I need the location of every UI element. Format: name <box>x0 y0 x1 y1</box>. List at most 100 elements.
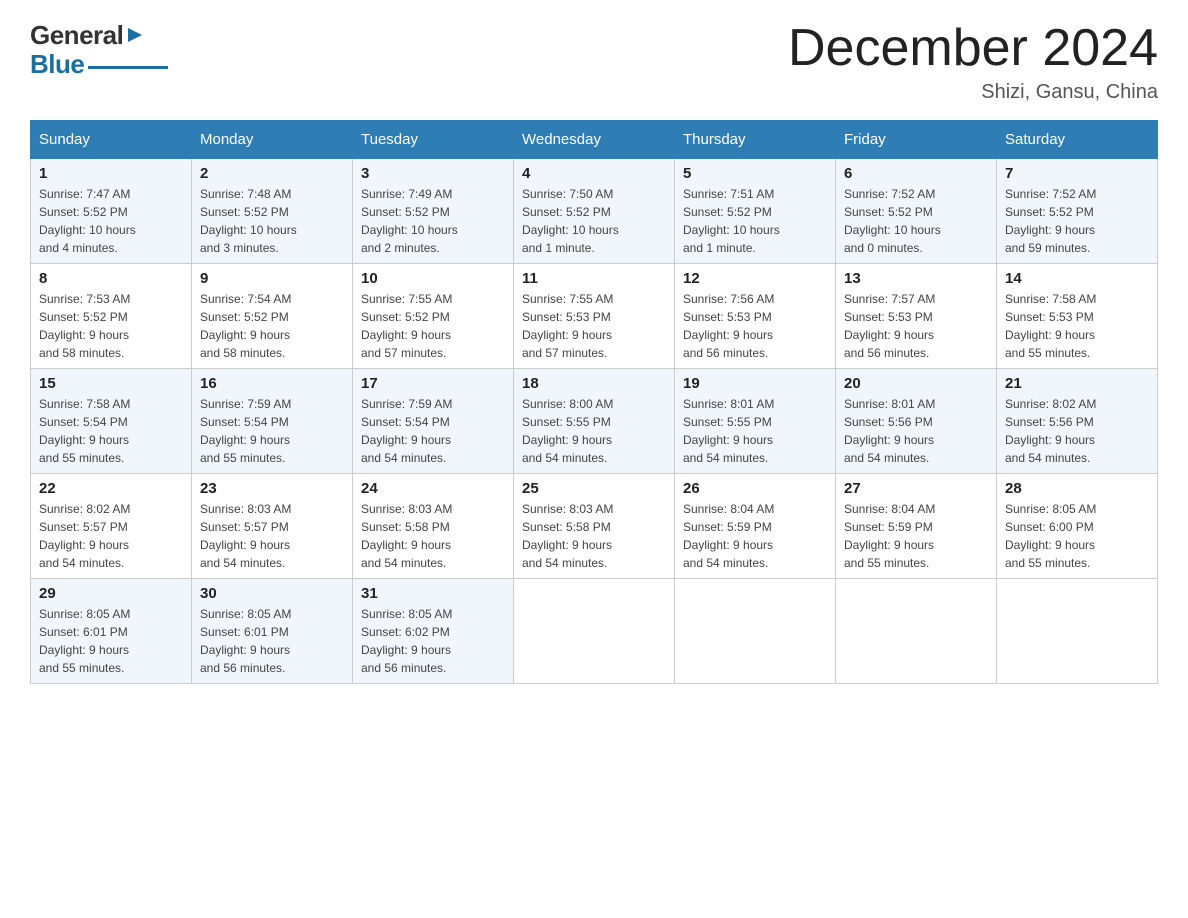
day-number: 19 <box>683 375 827 392</box>
day-cell <box>836 579 997 684</box>
day-info: Sunrise: 8:03 AMSunset: 5:58 PMDaylight:… <box>522 500 666 572</box>
day-cell: 28Sunrise: 8:05 AMSunset: 6:00 PMDayligh… <box>997 474 1158 579</box>
day-cell <box>514 579 675 684</box>
day-number: 10 <box>361 270 505 287</box>
calendar-subtitle: Shizi, Gansu, China <box>788 81 1158 104</box>
day-cell: 25 Sunrise: 8:03 AMSunset: 5:58 PMDayligh… <box>514 474 675 579</box>
day-info: Sunrise: 7:48 AMSunset: 5:52 PMDaylight:… <box>200 185 344 257</box>
day-info: Sunrise: 8:04 AMSunset: 5:59 PMDaylight:… <box>683 500 827 572</box>
day-info: Sunrise: 8:05 AMSunset: 6:01 PMDaylight:… <box>39 605 183 677</box>
day-info: Sunrise: 7:54 AMSunset: 5:52 PMDaylight:… <box>200 290 344 362</box>
day-cell: 1Sunrise: 7:47 AMSunset: 5:52 PMDaylight… <box>31 159 192 264</box>
day-number: 25 <box>522 480 666 497</box>
day-cell: 19 Sunrise: 8:01 AMSunset: 5:55 PMDayligh… <box>675 369 836 474</box>
day-number: 8 <box>39 270 183 287</box>
day-info: Sunrise: 7:59 AMSunset: 5:54 PMDaylight:… <box>200 395 344 467</box>
week-row-1: 1Sunrise: 7:47 AMSunset: 5:52 PMDaylight… <box>31 159 1158 264</box>
day-number: 5 <box>683 165 827 182</box>
day-number: 3 <box>361 165 505 182</box>
day-number: 18 <box>522 375 666 392</box>
day-cell: 31 Sunrise: 8:05 AMSunset: 6:02 PMDayligh… <box>353 579 514 684</box>
day-cell: 6 Sunrise: 7:52 AMSunset: 5:52 PMDaylight… <box>836 159 997 264</box>
day-info: Sunrise: 8:02 AMSunset: 5:56 PMDaylight:… <box>1005 395 1149 467</box>
day-cell: 14 Sunrise: 7:58 AMSunset: 5:53 PMDayligh… <box>997 264 1158 369</box>
day-cell: 11 Sunrise: 7:55 AMSunset: 5:53 PMDayligh… <box>514 264 675 369</box>
day-info: Sunrise: 7:52 AMSunset: 5:52 PMDaylight:… <box>844 185 988 257</box>
day-cell: 23 Sunrise: 8:03 AMSunset: 5:57 PMDayligh… <box>192 474 353 579</box>
week-row-2: 8 Sunrise: 7:53 AMSunset: 5:52 PMDaylight… <box>31 264 1158 369</box>
day-info: Sunrise: 7:52 AMSunset: 5:52 PMDaylight:… <box>1005 185 1149 257</box>
title-block: December 2024 Shizi, Gansu, China <box>788 20 1158 104</box>
day-number: 27 <box>844 480 988 497</box>
day-cell: 10 Sunrise: 7:55 AMSunset: 5:52 PMDayligh… <box>353 264 514 369</box>
day-info: Sunrise: 7:49 AMSunset: 5:52 PMDaylight:… <box>361 185 505 257</box>
day-info: Sunrise: 7:55 AMSunset: 5:52 PMDaylight:… <box>361 290 505 362</box>
logo-triangle-icon <box>124 24 146 46</box>
day-info: Sunrise: 8:05 AMSunset: 6:00 PMDaylight:… <box>1005 500 1149 572</box>
day-number: 11 <box>522 270 666 287</box>
day-info: Sunrise: 8:00 AMSunset: 5:55 PMDaylight:… <box>522 395 666 467</box>
day-number: 23 <box>200 480 344 497</box>
day-cell <box>997 579 1158 684</box>
day-number: 17 <box>361 375 505 392</box>
day-info: Sunrise: 8:05 AMSunset: 6:01 PMDaylight:… <box>200 605 344 677</box>
day-number: 9 <box>200 270 344 287</box>
logo-underline <box>88 66 168 69</box>
day-cell: 5 Sunrise: 7:51 AMSunset: 5:52 PMDaylight… <box>675 159 836 264</box>
day-info: Sunrise: 8:01 AMSunset: 5:55 PMDaylight:… <box>683 395 827 467</box>
day-info: Sunrise: 8:03 AMSunset: 5:58 PMDaylight:… <box>361 500 505 572</box>
logo: General Blue <box>30 20 168 80</box>
day-number: 20 <box>844 375 988 392</box>
day-info: Sunrise: 7:50 AMSunset: 5:52 PMDaylight:… <box>522 185 666 257</box>
day-cell: 16Sunrise: 7:59 AMSunset: 5:54 PMDayligh… <box>192 369 353 474</box>
weekday-header-tuesday: Tuesday <box>353 121 514 159</box>
day-info: Sunrise: 8:01 AMSunset: 5:56 PMDaylight:… <box>844 395 988 467</box>
page-header: General Blue December 2024 Shizi, Gansu,… <box>30 20 1158 104</box>
day-info: Sunrise: 7:58 AMSunset: 5:54 PMDaylight:… <box>39 395 183 467</box>
day-number: 26 <box>683 480 827 497</box>
day-info: Sunrise: 7:59 AMSunset: 5:54 PMDaylight:… <box>361 395 505 467</box>
day-cell: 26 Sunrise: 8:04 AMSunset: 5:59 PMDayligh… <box>675 474 836 579</box>
day-cell: 24 Sunrise: 8:03 AMSunset: 5:58 PMDayligh… <box>353 474 514 579</box>
day-number: 12 <box>683 270 827 287</box>
day-info: Sunrise: 7:51 AMSunset: 5:52 PMDaylight:… <box>683 185 827 257</box>
day-number: 13 <box>844 270 988 287</box>
day-cell: 8 Sunrise: 7:53 AMSunset: 5:52 PMDaylight… <box>31 264 192 369</box>
day-info: Sunrise: 8:03 AMSunset: 5:57 PMDaylight:… <box>200 500 344 572</box>
day-number: 14 <box>1005 270 1149 287</box>
day-cell: 22Sunrise: 8:02 AMSunset: 5:57 PMDayligh… <box>31 474 192 579</box>
day-info: Sunrise: 7:58 AMSunset: 5:53 PMDaylight:… <box>1005 290 1149 362</box>
day-cell: 9 Sunrise: 7:54 AMSunset: 5:52 PMDaylight… <box>192 264 353 369</box>
calendar-table: SundayMondayTuesdayWednesdayThursdayFrid… <box>30 120 1158 684</box>
day-number: 2 <box>200 165 344 182</box>
logo-general-text: General <box>30 20 123 51</box>
weekday-header-row: SundayMondayTuesdayWednesdayThursdayFrid… <box>31 121 1158 159</box>
weekday-header-friday: Friday <box>836 121 997 159</box>
day-info: Sunrise: 8:05 AMSunset: 6:02 PMDaylight:… <box>361 605 505 677</box>
day-number: 24 <box>361 480 505 497</box>
weekday-header-sunday: Sunday <box>31 121 192 159</box>
calendar-title: December 2024 <box>788 20 1158 77</box>
day-number: 22 <box>39 480 183 497</box>
day-cell: 4 Sunrise: 7:50 AMSunset: 5:52 PMDaylight… <box>514 159 675 264</box>
day-number: 31 <box>361 585 505 602</box>
day-cell: 7Sunrise: 7:52 AMSunset: 5:52 PMDaylight… <box>997 159 1158 264</box>
day-info: Sunrise: 7:53 AMSunset: 5:52 PMDaylight:… <box>39 290 183 362</box>
day-number: 4 <box>522 165 666 182</box>
logo-blue-text: Blue <box>30 49 84 80</box>
weekday-header-saturday: Saturday <box>997 121 1158 159</box>
weekday-header-wednesday: Wednesday <box>514 121 675 159</box>
week-row-5: 29 Sunrise: 8:05 AMSunset: 6:01 PMDayligh… <box>31 579 1158 684</box>
day-number: 15 <box>39 375 183 392</box>
day-number: 29 <box>39 585 183 602</box>
day-info: Sunrise: 7:57 AMSunset: 5:53 PMDaylight:… <box>844 290 988 362</box>
day-cell: 2 Sunrise: 7:48 AMSunset: 5:52 PMDaylight… <box>192 159 353 264</box>
day-info: Sunrise: 7:55 AMSunset: 5:53 PMDaylight:… <box>522 290 666 362</box>
day-cell: 18 Sunrise: 8:00 AMSunset: 5:55 PMDayligh… <box>514 369 675 474</box>
day-number: 6 <box>844 165 988 182</box>
day-cell: 29 Sunrise: 8:05 AMSunset: 6:01 PMDayligh… <box>31 579 192 684</box>
week-row-3: 15 Sunrise: 7:58 AMSunset: 5:54 PMDayligh… <box>31 369 1158 474</box>
day-cell: 27Sunrise: 8:04 AMSunset: 5:59 PMDayligh… <box>836 474 997 579</box>
day-number: 1 <box>39 165 183 182</box>
day-cell: 13 Sunrise: 7:57 AMSunset: 5:53 PMDayligh… <box>836 264 997 369</box>
